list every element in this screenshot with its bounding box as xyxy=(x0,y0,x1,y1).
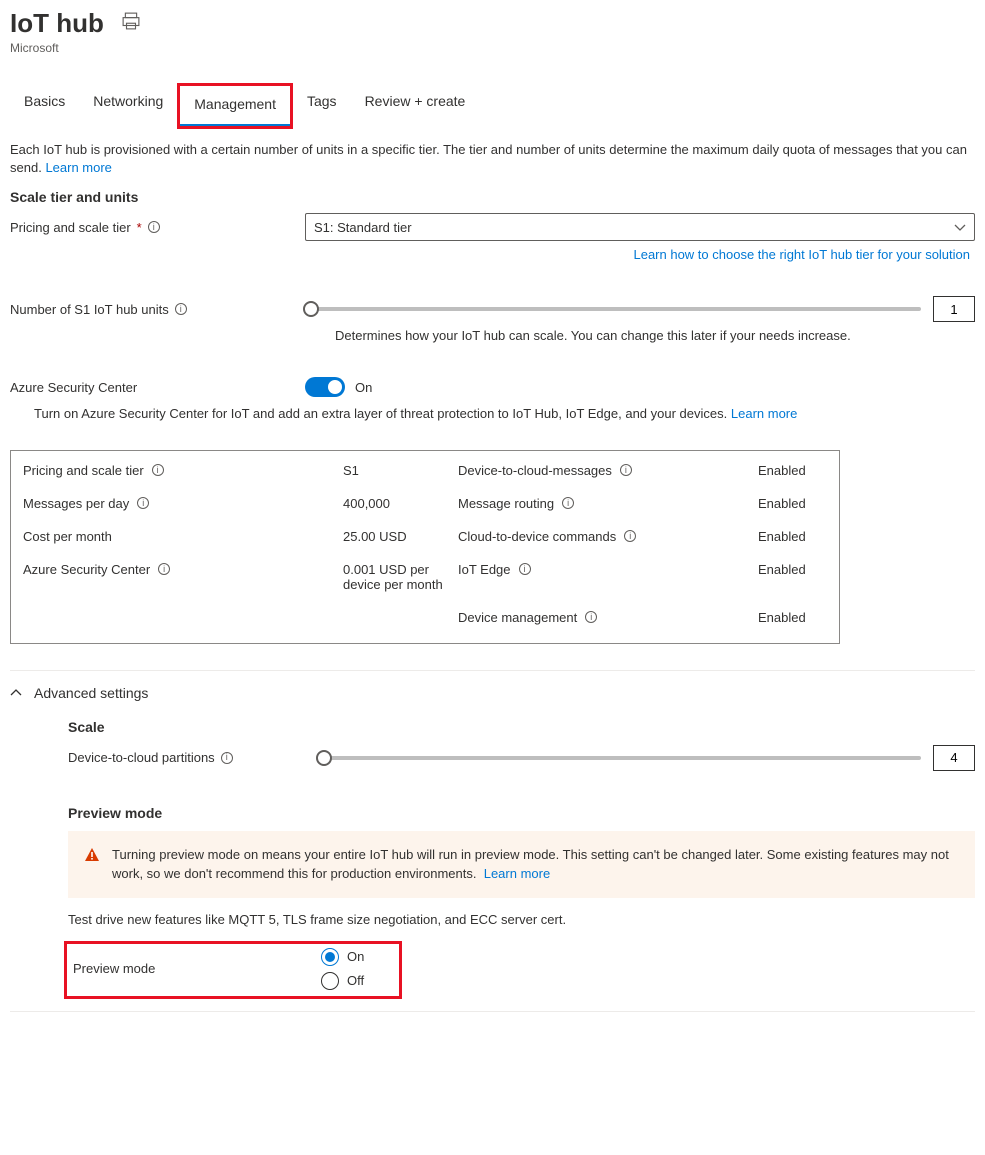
page-title: IoT hub xyxy=(10,8,975,39)
info-icon[interactable]: i xyxy=(158,563,170,575)
tier-helper-link[interactable]: Learn how to choose the right IoT hub ti… xyxy=(633,247,970,262)
warning-icon xyxy=(84,847,100,869)
tab-management-highlight: Management xyxy=(177,83,293,129)
asc-toggle[interactable] xyxy=(305,377,345,397)
chevron-down-icon xyxy=(954,220,966,235)
sum-d2c-value: Enabled xyxy=(758,463,848,478)
sum-cost-value: 25.00 USD xyxy=(343,529,458,544)
sum-messages-label: Messages per dayi xyxy=(23,496,343,511)
preview-warning: Turning preview mode on means your entir… xyxy=(68,831,975,898)
info-icon[interactable]: i xyxy=(148,221,160,233)
info-icon[interactable]: i xyxy=(620,464,632,476)
sum-asc-label: Azure Security Centeri xyxy=(23,562,343,577)
tab-networking[interactable]: Networking xyxy=(79,83,177,129)
asc-learn-more-link[interactable]: Learn more xyxy=(731,406,797,421)
sum-edge-label: IoT Edgei xyxy=(458,562,758,577)
sum-cost-label: Cost per month xyxy=(23,529,343,544)
pricing-tier-row: Pricing and scale tier * i S1: Standard … xyxy=(10,213,975,241)
summary-table: Pricing and scale tieri S1 Device-to-clo… xyxy=(10,450,840,644)
tabs: Basics Networking Management Tags Review… xyxy=(10,83,975,129)
partitions-slider[interactable] xyxy=(318,756,921,760)
sum-c2d-value: Enabled xyxy=(758,529,848,544)
info-icon[interactable]: i xyxy=(585,611,597,623)
pricing-tier-select[interactable]: S1: Standard tier xyxy=(305,213,975,241)
units-row: Number of S1 IoT hub units i xyxy=(10,296,975,322)
info-icon[interactable]: i xyxy=(221,752,233,764)
asc-description: Turn on Azure Security Center for IoT an… xyxy=(34,405,975,423)
units-slider[interactable] xyxy=(305,307,921,311)
sum-edge-value: Enabled xyxy=(758,562,848,577)
preview-warning-learn-more-link[interactable]: Learn more xyxy=(484,866,550,881)
subtitle: Microsoft xyxy=(10,41,975,55)
tab-tags[interactable]: Tags xyxy=(293,83,351,129)
slider-thumb[interactable] xyxy=(303,301,319,317)
asc-row: Azure Security Center On xyxy=(10,377,975,397)
info-icon[interactable]: i xyxy=(624,530,636,542)
preview-mode-off-radio[interactable]: Off xyxy=(321,972,364,990)
tab-management[interactable]: Management xyxy=(180,86,290,126)
radio-icon xyxy=(321,972,339,990)
sum-devmgmt-value: Enabled xyxy=(758,610,848,625)
sum-d2c-label: Device-to-cloud-messagesi xyxy=(458,463,758,478)
sum-messages-value: 400,000 xyxy=(343,496,458,511)
radio-icon xyxy=(321,948,339,966)
required-asterisk: * xyxy=(137,220,142,235)
chevron-up-icon xyxy=(10,685,22,701)
sum-routing-value: Enabled xyxy=(758,496,848,511)
preview-mode-on-radio[interactable]: On xyxy=(321,948,364,966)
asc-state: On xyxy=(355,380,372,395)
toggle-thumb xyxy=(328,380,342,394)
info-icon[interactable]: i xyxy=(519,563,531,575)
sum-asc-value: 0.001 USD per device per month xyxy=(343,562,458,592)
sum-devmgmt-label: Device managementi xyxy=(458,610,758,625)
info-icon[interactable]: i xyxy=(152,464,164,476)
partitions-input[interactable] xyxy=(933,745,975,771)
page-title-text: IoT hub xyxy=(10,8,104,39)
tab-basics[interactable]: Basics xyxy=(10,83,79,129)
tab-review-create[interactable]: Review + create xyxy=(351,83,480,129)
sum-pricing-label: Pricing and scale tieri xyxy=(23,463,343,478)
asc-label: Azure Security Center xyxy=(10,380,305,395)
advanced-toggle[interactable]: Advanced settings xyxy=(10,685,975,701)
preview-subheading: Preview mode xyxy=(68,805,975,821)
advanced-section: Advanced settings Scale Device-to-cloud … xyxy=(10,670,975,999)
preview-description: Test drive new features like MQTT 5, TLS… xyxy=(68,912,975,927)
bottom-divider xyxy=(10,1011,975,1012)
pricing-tier-value: S1: Standard tier xyxy=(314,220,412,235)
sum-pricing-value: S1 xyxy=(343,463,458,478)
pricing-tier-label: Pricing and scale tier * i xyxy=(10,220,305,235)
partitions-label: Device-to-cloud partitions i xyxy=(68,750,318,765)
partitions-row: Device-to-cloud partitions i xyxy=(68,745,975,771)
info-icon[interactable]: i xyxy=(137,497,149,509)
advanced-heading: Advanced settings xyxy=(34,685,148,701)
scale-subheading: Scale xyxy=(68,719,975,735)
sum-c2d-label: Cloud-to-device commandsi xyxy=(458,529,758,544)
info-icon[interactable]: i xyxy=(562,497,574,509)
intro-text: Each IoT hub is provisioned with a certa… xyxy=(10,141,975,177)
units-input[interactable] xyxy=(933,296,975,322)
print-icon[interactable] xyxy=(122,12,140,35)
units-label: Number of S1 IoT hub units i xyxy=(10,302,305,317)
intro-learn-more-link[interactable]: Learn more xyxy=(45,160,111,175)
scale-heading: Scale tier and units xyxy=(10,189,975,205)
info-icon[interactable]: i xyxy=(175,303,187,315)
units-helper: Determines how your IoT hub can scale. Y… xyxy=(335,328,975,343)
sum-routing-label: Message routingi xyxy=(458,496,758,511)
preview-mode-highlight: Preview mode On Off xyxy=(64,941,402,999)
slider-thumb[interactable] xyxy=(316,750,332,766)
preview-mode-label: Preview mode xyxy=(73,961,321,976)
